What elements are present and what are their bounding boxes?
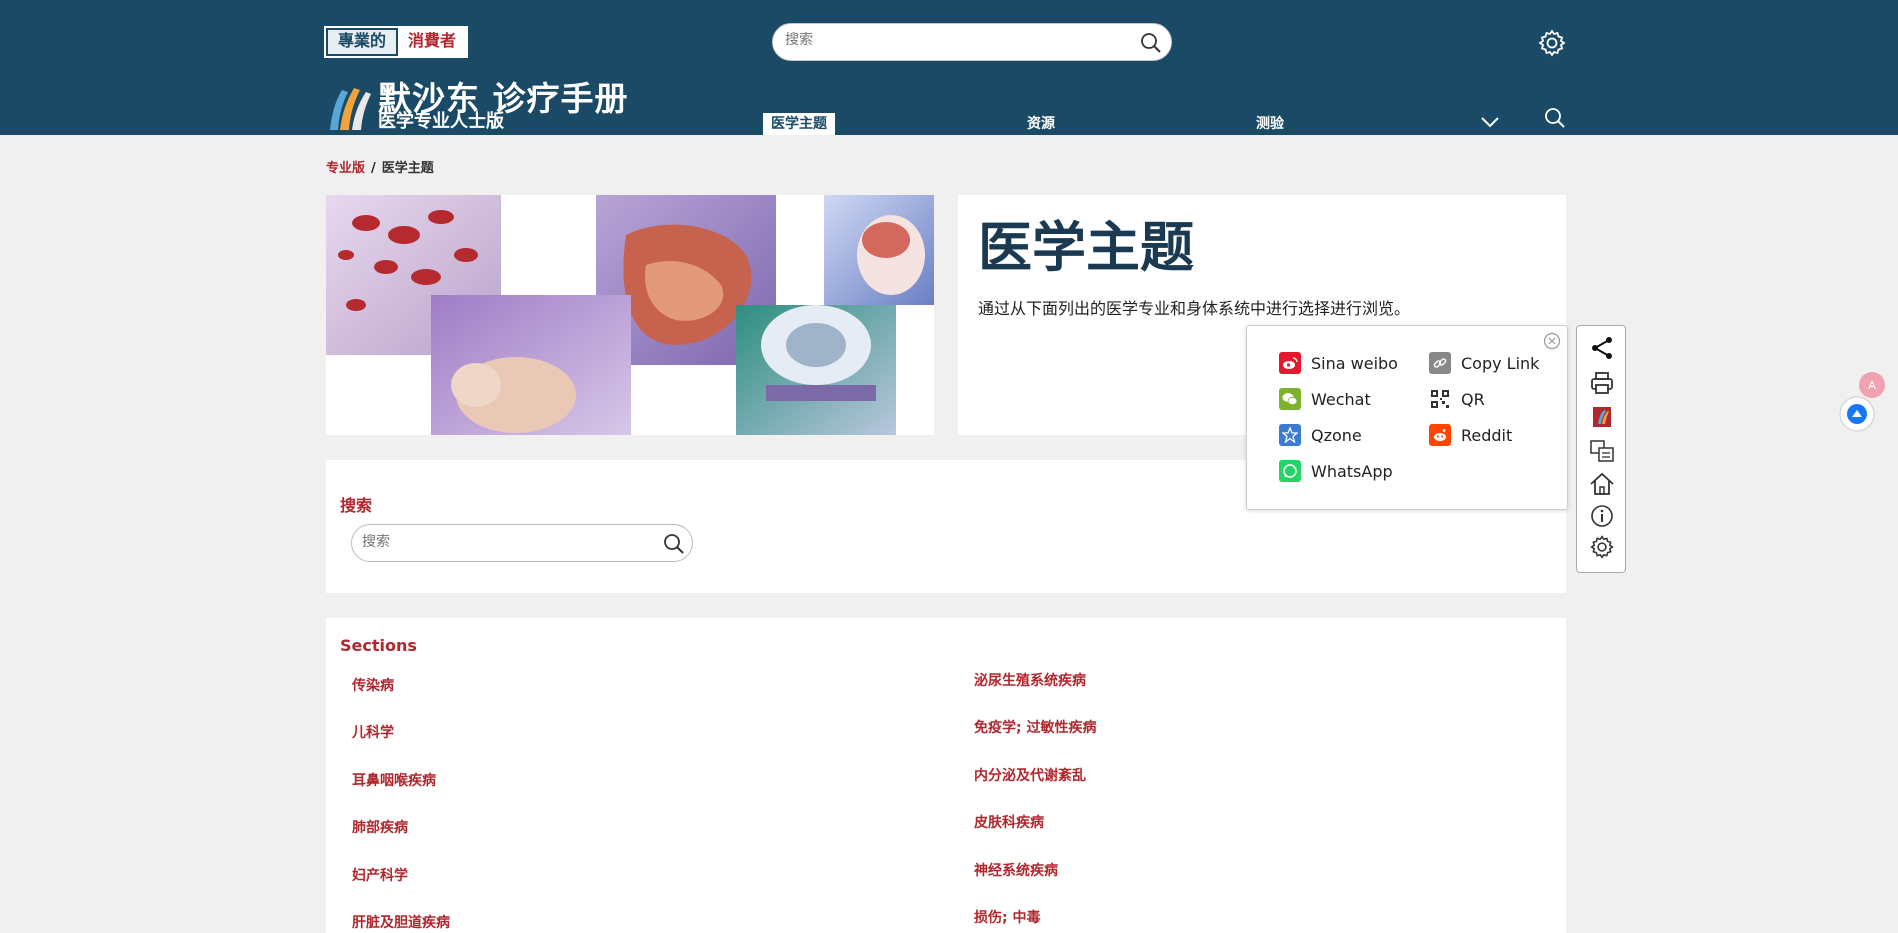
chat-bubble-icon[interactable] [1838, 395, 1876, 437]
info-icon[interactable] [1589, 503, 1615, 533]
share-wechat[interactable]: Wechat [1279, 388, 1371, 410]
chevron-down-icon[interactable] [1480, 114, 1500, 133]
weibo-icon [1279, 352, 1301, 374]
hero-collage-image [326, 195, 934, 435]
share-label: Copy Link [1461, 353, 1540, 373]
share-label: WhatsApp [1311, 461, 1393, 481]
section-link[interactable]: 肝脏及胆道疾病 [352, 912, 450, 932]
audience-toggle: 專業的 消費者 [324, 26, 469, 58]
section-link[interactable]: 内分泌及代谢紊乱 [974, 765, 1086, 785]
breadcrumb-separator: / [371, 161, 376, 176]
section-link[interactable]: 皮肤科疾病 [974, 812, 1044, 832]
section-link[interactable]: 泌尿生殖系统疾病 [974, 670, 1086, 690]
brand-subtitle: 医学专业人士版 [378, 111, 504, 132]
share-label: Reddit [1461, 425, 1513, 445]
audience-consumer-button[interactable]: 消費者 [398, 28, 467, 56]
share-reddit[interactable]: Reddit [1429, 424, 1512, 446]
whatsapp-icon [1279, 460, 1301, 482]
section-link[interactable]: 耳鼻咽喉疾病 [352, 770, 436, 790]
share-label: Wechat [1311, 389, 1371, 409]
section-link[interactable]: 肺部疾病 [352, 817, 408, 837]
share-whatsapp[interactable]: WhatsApp [1279, 460, 1393, 482]
side-toolbar [1576, 325, 1626, 573]
reddit-icon [1429, 424, 1451, 446]
close-icon[interactable] [1543, 332, 1561, 354]
sections-label: Sections [340, 636, 417, 655]
site-header: 專業的 消費者 默沙东 诊疗手册 医学专业人士版 医学主题 资源 测验 [0, 0, 1898, 135]
share-sina-weibo[interactable]: Sina weibo [1279, 352, 1398, 374]
nav-medical-topics[interactable]: 医学主题 [763, 113, 835, 135]
page-title: 医学主题 [978, 216, 1194, 279]
qr-icon [1429, 388, 1451, 410]
breadcrumb-current: 医学主题 [381, 161, 434, 176]
qzone-icon [1279, 424, 1301, 446]
section-link[interactable]: 神经系统疾病 [974, 860, 1058, 880]
settings-gear-icon[interactable] [1537, 28, 1567, 62]
header-search-input[interactable] [785, 32, 1125, 48]
share-label: QR [1461, 389, 1485, 409]
print-icon[interactable] [1589, 370, 1615, 400]
breadcrumb-home-link[interactable]: 专业版 [326, 161, 365, 176]
audience-professional-button[interactable]: 專業的 [326, 28, 399, 56]
nav-search-icon[interactable] [1543, 106, 1567, 134]
breadcrumb: 专业版 / 医学主题 [326, 157, 434, 176]
wechat-icon [1279, 388, 1301, 410]
topic-search-input[interactable] [362, 534, 642, 550]
search-icon[interactable] [1139, 31, 1163, 59]
nav-resources[interactable]: 资源 [1027, 113, 1055, 135]
share-popup: Sina weibo Copy Link Wechat QR Qzone Red… [1246, 325, 1568, 510]
header-search-box [772, 23, 1172, 61]
share-label: Sina weibo [1311, 353, 1398, 373]
gear-icon[interactable] [1589, 534, 1615, 564]
share-label: Qzone [1311, 425, 1362, 445]
section-link[interactable]: 免疫学; 过敏性疾病 [974, 717, 1096, 737]
page-description: 通过从下面列出的医学专业和身体系统中进行选择进行浏览。 [978, 299, 1411, 318]
topic-search-box [351, 524, 693, 562]
search-icon[interactable] [662, 532, 686, 560]
link-icon [1429, 352, 1451, 374]
share-qr[interactable]: QR [1429, 388, 1485, 410]
manual-icon[interactable] [1589, 404, 1615, 434]
sections-panel: Sections 传染病 儿科学 耳鼻咽喉疾病 肺部疾病 妇产科学 肝脏及胆道疾… [326, 618, 1566, 933]
section-link[interactable]: 儿科学 [352, 722, 394, 742]
msd-logo-icon[interactable] [326, 80, 372, 132]
section-link[interactable]: 损伤; 中毒 [974, 907, 1040, 927]
share-icon[interactable] [1589, 335, 1615, 365]
share-copy-link[interactable]: Copy Link [1429, 352, 1539, 374]
svg-text:A: A [1868, 379, 1876, 392]
section-link[interactable]: 妇产科学 [352, 865, 408, 885]
search-label: 搜索 [340, 496, 373, 515]
section-link[interactable]: 传染病 [352, 675, 394, 695]
translate-icon[interactable] [1589, 438, 1615, 468]
nav-quizzes[interactable]: 测验 [1256, 113, 1284, 135]
share-qzone[interactable]: Qzone [1279, 424, 1362, 446]
home-icon[interactable] [1589, 471, 1615, 501]
